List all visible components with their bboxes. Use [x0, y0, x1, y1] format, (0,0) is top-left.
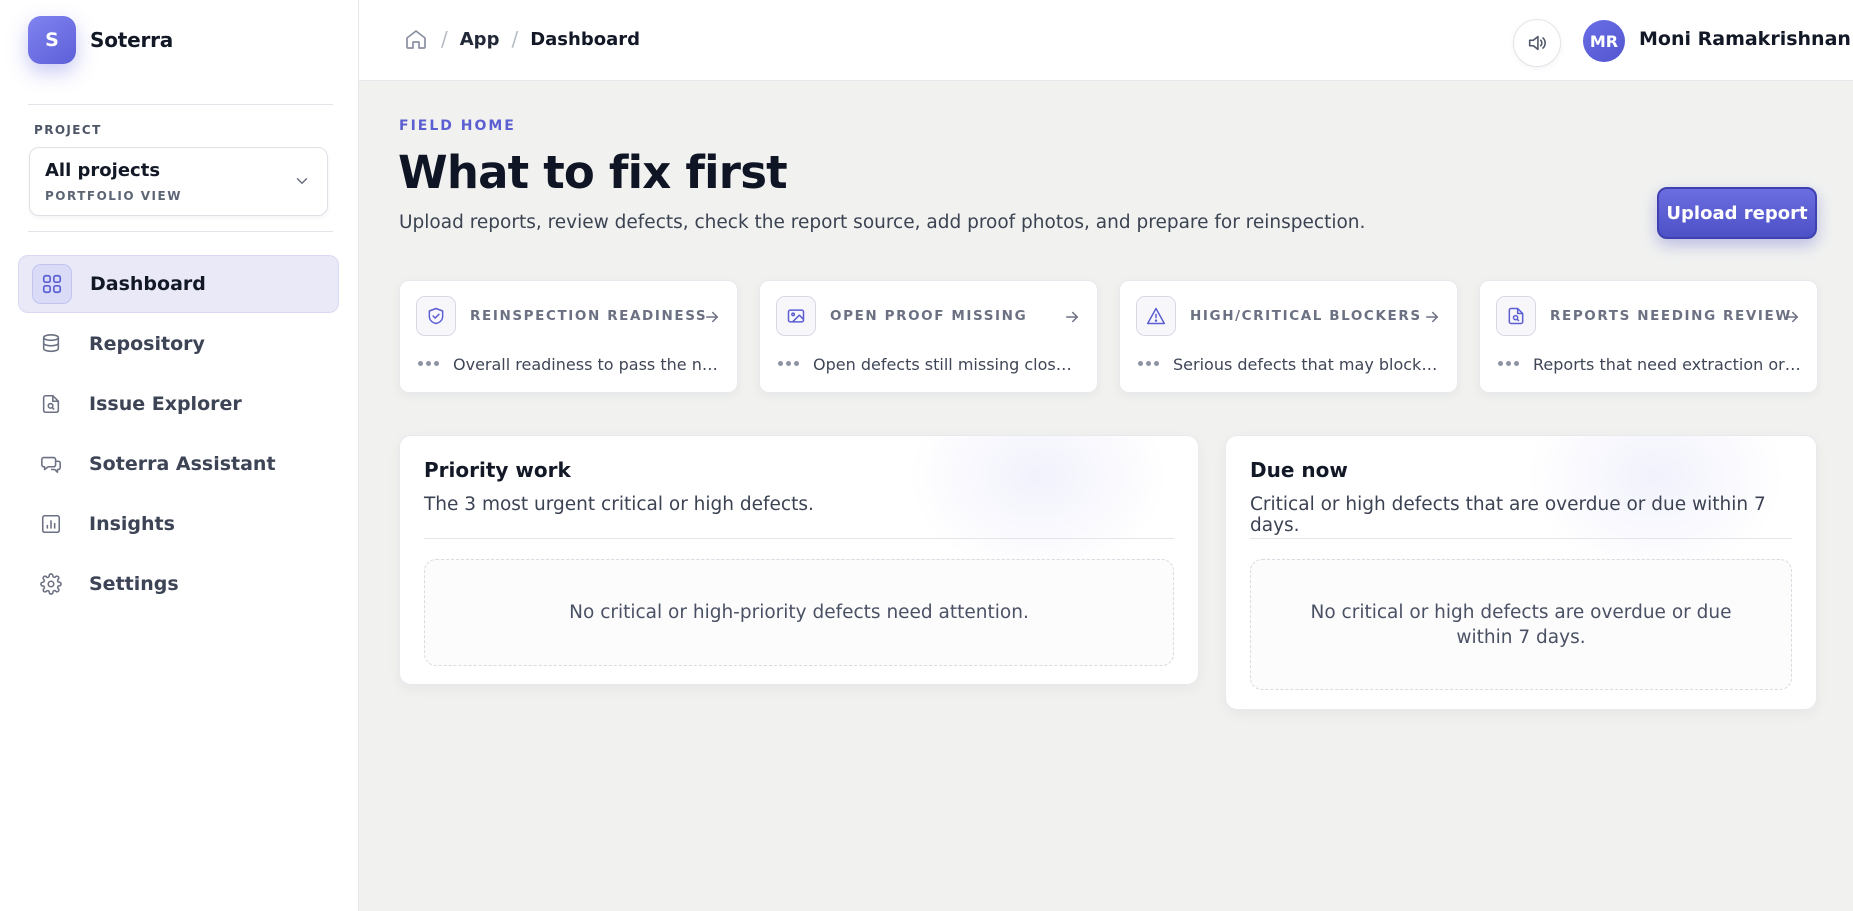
- loading-dots-icon: [1138, 361, 1159, 366]
- database-icon: [31, 324, 71, 364]
- bar-chart-icon: [31, 504, 71, 544]
- image-icon: [776, 296, 816, 336]
- metric-description: Overall readiness to pass the next reins…: [453, 355, 721, 374]
- empty-state: No critical or high-priority defects nee…: [424, 559, 1174, 666]
- panel-divider: [1250, 538, 1792, 539]
- project-subtitle: PORTFOLIO VIEW: [45, 189, 182, 203]
- sidebar-item-insights[interactable]: Insights: [18, 495, 339, 553]
- brand-logo: S: [28, 16, 76, 64]
- project-select[interactable]: All projects PORTFOLIO VIEW: [29, 147, 328, 216]
- arrow-right-icon: [1066, 311, 1078, 323]
- sidebar-item-label: Repository: [89, 333, 205, 355]
- page-title: What to fix first: [398, 146, 788, 199]
- metric-title: REPORTS NEEDING REVIEW: [1550, 308, 1792, 324]
- arrow-right-icon: [1786, 311, 1798, 323]
- sidebar-item-settings[interactable]: Settings: [18, 555, 339, 613]
- page-eyebrow: FIELD HOME: [399, 118, 516, 134]
- priority-work-panel: Priority work The 3 most urgent critical…: [399, 435, 1199, 685]
- empty-state: No critical or high defects are overdue …: [1250, 559, 1792, 690]
- shield-check-icon: [416, 296, 456, 336]
- breadcrumb-separator: /: [441, 27, 448, 51]
- breadcrumb-current: Dashboard: [530, 28, 640, 50]
- project-label: PROJECT: [34, 123, 102, 137]
- arrow-right-icon: [706, 311, 718, 323]
- panel-title: Priority work: [424, 458, 571, 482]
- sidebar-divider: [28, 104, 333, 105]
- gear-icon: [31, 564, 71, 604]
- sidebar-item-label: Insights: [89, 513, 175, 535]
- sidebar-item-label: Issue Explorer: [89, 393, 242, 415]
- sidebar-item-repository[interactable]: Repository: [18, 315, 339, 373]
- metric-card-open-proof-missing[interactable]: OPEN PROOF MISSING Open defects still mi…: [759, 280, 1098, 393]
- panel-divider: [424, 538, 1174, 539]
- sound-button[interactable]: [1513, 19, 1561, 67]
- sidebar: S Soterra PROJECT All projects PORTFOLIO…: [0, 0, 359, 911]
- metric-card-reports-needing-review[interactable]: REPORTS NEEDING REVIEW Reports that need…: [1479, 280, 1818, 393]
- chevron-down-icon: [296, 178, 308, 184]
- arrow-right-icon: [1426, 311, 1438, 323]
- metric-title: HIGH/CRITICAL BLOCKERS: [1190, 308, 1422, 324]
- main-content: / App / Dashboard MR Moni Ramakrishnan F…: [359, 0, 1853, 911]
- sidebar-item-soterra-assistant[interactable]: Soterra Assistant: [18, 435, 339, 493]
- user-name[interactable]: Moni Ramakrishnan: [1639, 28, 1851, 50]
- home-icon[interactable]: [403, 26, 429, 52]
- sidebar-item-dashboard[interactable]: Dashboard: [18, 255, 339, 313]
- metric-description: Reports that need extraction or review: [1533, 355, 1801, 374]
- metric-cards: REINSPECTION READINESS Overall readiness…: [399, 280, 1818, 393]
- sidebar-item-issue-explorer[interactable]: Issue Explorer: [18, 375, 339, 433]
- metric-card-reinspection-readiness[interactable]: REINSPECTION READINESS Overall readiness…: [399, 280, 738, 393]
- chat-icon: [31, 444, 71, 484]
- metric-title: OPEN PROOF MISSING: [830, 308, 1028, 324]
- topbar: / App / Dashboard MR Moni Ramakrishnan: [359, 0, 1853, 81]
- sidebar-item-label: Settings: [89, 573, 179, 595]
- metric-card-high-critical-blockers[interactable]: HIGH/CRITICAL BLOCKERS Serious defects t…: [1119, 280, 1458, 393]
- document-search-icon: [31, 384, 71, 424]
- sidebar-nav: Dashboard Repository Issue Explorer Sote…: [18, 255, 339, 615]
- sidebar-item-label: Soterra Assistant: [89, 453, 276, 475]
- loading-dots-icon: [418, 361, 439, 366]
- loading-dots-icon: [778, 361, 799, 366]
- warning-icon: [1136, 296, 1176, 336]
- sidebar-item-label: Dashboard: [90, 273, 206, 295]
- breadcrumb-app[interactable]: App: [460, 29, 500, 50]
- app-shell: S Soterra PROJECT All projects PORTFOLIO…: [0, 0, 1853, 911]
- metric-description: Serious defects that may block handover: [1173, 355, 1441, 374]
- panel-subtitle: The 3 most urgent critical or high defec…: [424, 494, 814, 515]
- panel-subtitle: Critical or high defects that are overdu…: [1250, 494, 1766, 536]
- speaker-icon: [1528, 35, 1546, 51]
- metric-title: REINSPECTION READINESS: [470, 308, 708, 324]
- brand-name: Soterra: [90, 28, 174, 52]
- loading-dots-icon: [1498, 361, 1519, 366]
- grid-icon: [32, 264, 72, 304]
- breadcrumb: / App / Dashboard: [403, 26, 640, 52]
- due-now-panel: Due now Critical or high defects that ar…: [1225, 435, 1817, 710]
- metric-description: Open defects still missing close-out pro…: [813, 355, 1081, 374]
- brand[interactable]: S Soterra: [28, 16, 173, 64]
- project-selected-value: All projects: [45, 160, 161, 181]
- avatar[interactable]: MR: [1583, 20, 1625, 62]
- upload-report-button[interactable]: Upload report: [1657, 187, 1817, 239]
- page-subtitle: Upload reports, review defects, check th…: [399, 212, 1366, 233]
- breadcrumb-separator: /: [511, 27, 519, 51]
- panel-title: Due now: [1250, 458, 1348, 482]
- document-search-icon: [1496, 296, 1536, 336]
- sidebar-divider: [28, 231, 333, 232]
